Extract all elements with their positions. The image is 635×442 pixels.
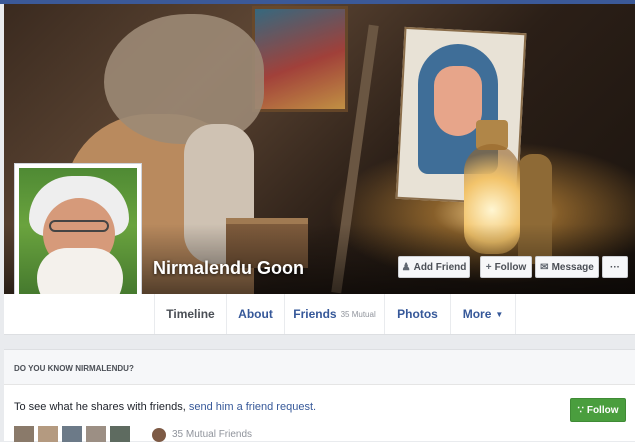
know-card: DO YOU KNOW NIRMALENDU? To see what he s…: [4, 349, 635, 442]
plus-icon: +: [485, 261, 492, 273]
tab-photos-label: Photos: [397, 307, 438, 321]
tab-photos[interactable]: Photos: [384, 294, 450, 334]
more-options-label: ···: [610, 261, 620, 273]
know-card-title: DO YOU KNOW NIRMALENDU?: [14, 364, 134, 373]
friend-request-link[interactable]: send him a friend request.: [189, 401, 316, 413]
add-friend-label: Add Friend: [413, 261, 467, 273]
profile-name[interactable]: Nirmalendu Goon: [153, 258, 304, 279]
follow-label: Follow: [494, 261, 527, 273]
cover-painting: [252, 6, 348, 112]
tab-timeline-label: Timeline: [166, 307, 215, 321]
know-card-text-before: To see what he shares with friends,: [14, 401, 189, 413]
message-button[interactable]: ✉ Message: [535, 256, 599, 278]
profile-glasses: [49, 220, 109, 232]
profile-nav: Timeline About Friends 35 Mutual Photos …: [4, 294, 635, 335]
mutual-friends-count[interactable]: 35 Mutual Friends: [172, 429, 252, 440]
tab-friends-label: Friends: [293, 307, 337, 321]
tab-friends-mutual: 35 Mutual: [340, 309, 376, 319]
cover-man-hair: [104, 14, 264, 144]
profile-photo: [19, 168, 137, 312]
add-friend-button[interactable]: ♟ Add Friend: [398, 256, 470, 278]
know-card-header: DO YOU KNOW NIRMALENDU?: [4, 350, 635, 385]
tab-more-label: More: [462, 307, 492, 321]
more-options-button[interactable]: ···: [602, 256, 628, 278]
tab-timeline[interactable]: Timeline: [154, 294, 226, 334]
canvas-portrait-face: [434, 66, 482, 136]
follow-button[interactable]: + Follow: [480, 256, 532, 278]
tab-friends[interactable]: Friends 35 Mutual: [284, 294, 384, 334]
rss-icon: ∵: [577, 404, 584, 416]
follow-green-label: Follow: [586, 404, 619, 416]
know-card-text: To see what he shares with friends, send…: [14, 401, 316, 413]
message-label: Message: [551, 261, 594, 273]
add-friend-icon: ♟: [401, 261, 411, 273]
message-icon: ✉: [540, 261, 549, 273]
caret-down-icon: ▼: [495, 309, 504, 319]
follow-green-button[interactable]: ∵ Follow: [570, 398, 626, 422]
tab-more[interactable]: More ▼: [450, 294, 516, 334]
tab-about-label: About: [238, 307, 273, 321]
tab-about[interactable]: About: [226, 294, 284, 334]
